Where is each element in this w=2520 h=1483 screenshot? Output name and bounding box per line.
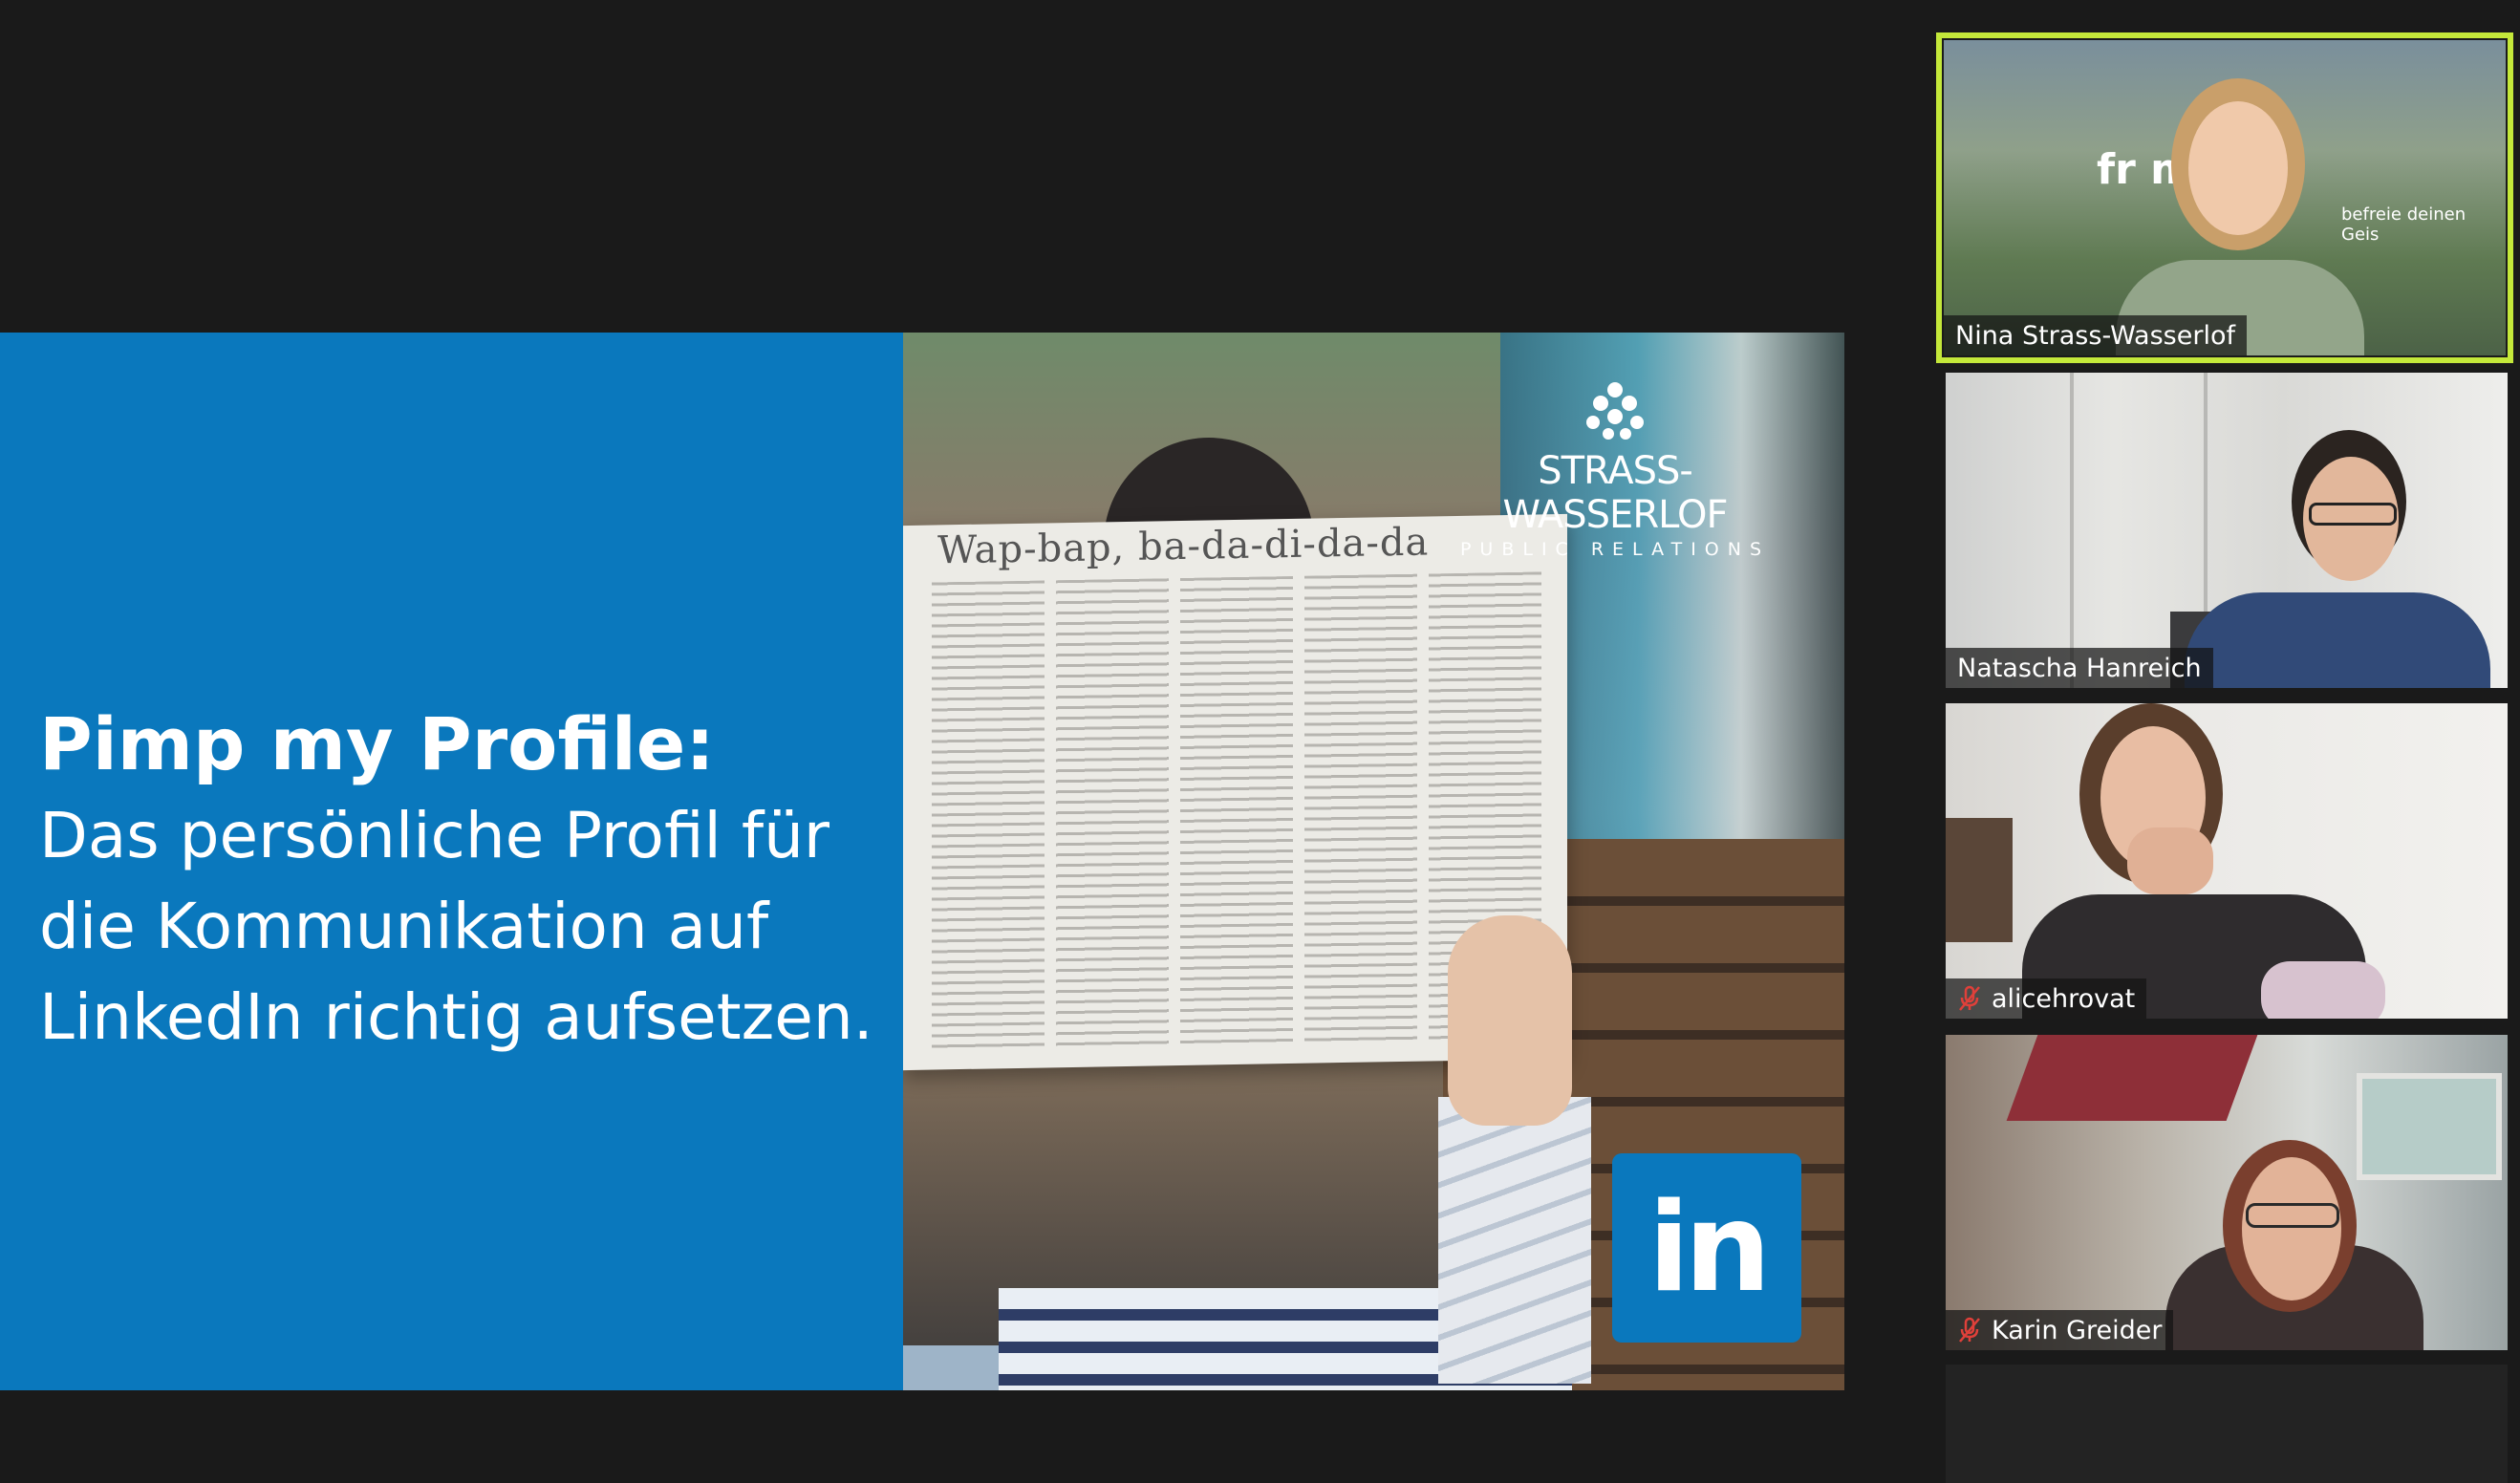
slide-title: Pimp my Profile: Das persönliche Profil … <box>39 699 880 1063</box>
participant-face <box>2242 1157 2341 1300</box>
newspaper-column <box>1180 575 1293 1047</box>
newspaper-column <box>932 580 1045 1051</box>
wall-cabinet <box>2357 1073 2502 1180</box>
newspaper-headline: Wap-bap, ba-da-di-da-da <box>937 520 1430 573</box>
virtual-background-subtext: befreie deinen Geis <box>2341 204 2466 245</box>
brand-molecule-icon <box>1586 382 1644 440</box>
participant-glasses <box>2246 1203 2339 1228</box>
participant-name: Nina Strass-Wasserlof <box>1955 320 2235 351</box>
microphone-muted-icon <box>1959 985 1980 1011</box>
participant-name: alicehrovat <box>1992 983 2136 1014</box>
newspaper-column <box>1304 573 1417 1044</box>
participant-name-tag: Nina Strass-Wasserlof <box>1944 315 2247 355</box>
participant-face <box>2188 101 2288 235</box>
participant-name: Karin Greider <box>1992 1315 2163 1345</box>
window-frame <box>1946 818 2013 942</box>
video-tile-karin[interactable]: Karin Greider <box>1946 1035 2508 1350</box>
participant-body <box>2185 592 2490 688</box>
video-tile-alicehrovat[interactable]: alicehrovat <box>1946 703 2508 1019</box>
participant-glasses <box>2309 503 2397 526</box>
microphone-muted-icon <box>1959 1317 1980 1343</box>
video-tile-natascha[interactable]: Natascha Hanreich <box>1946 373 2508 688</box>
slide-title-line: Das persönliche Profil für <box>39 799 830 872</box>
video-tile-nina[interactable]: fr mind. befreie deinen Geis Nina Strass… <box>1944 40 2506 355</box>
brand-subtitle: PUBLIC RELATIONS <box>1459 539 1771 560</box>
slide-photo: Wap-bap, ba-da-di-da-da STRASS-WASSERLOF… <box>903 333 1844 1390</box>
participant-hand <box>2127 827 2213 894</box>
newspaper-column <box>1056 578 1169 1049</box>
shared-screen-slide: Pimp my Profile: Das persönliche Profil … <box>0 333 1844 1390</box>
photo-hand <box>1448 915 1572 1126</box>
slide-title-line: LinkedIn richtig aufsetzen. <box>39 980 873 1054</box>
photo-sleeve <box>1438 1097 1591 1384</box>
brand-name: STRASS-WASSERLOF <box>1502 449 1729 537</box>
slide-title-bold: Pimp my Profile: <box>39 701 715 786</box>
cushion <box>2261 961 2385 1019</box>
linkedin-icon: in <box>1612 1153 1801 1343</box>
ceiling-decor <box>2006 1035 2258 1121</box>
participant-name-tag: Natascha Hanreich <box>1946 648 2213 688</box>
participant-name-tag: Karin Greider <box>1946 1310 2174 1350</box>
empty-gallery-slot <box>1946 1365 2508 1483</box>
slide-title-panel: Pimp my Profile: Das persönliche Profil … <box>0 333 903 1390</box>
strass-wasserlof-logo: STRASS-WASSERLOF PUBLIC RELATIONS <box>1443 380 1787 560</box>
participant-name: Natascha Hanreich <box>1957 653 2202 683</box>
slide-title-line: die Kommunikation auf <box>39 890 769 963</box>
participant-name-tag: alicehrovat <box>1946 978 2147 1019</box>
